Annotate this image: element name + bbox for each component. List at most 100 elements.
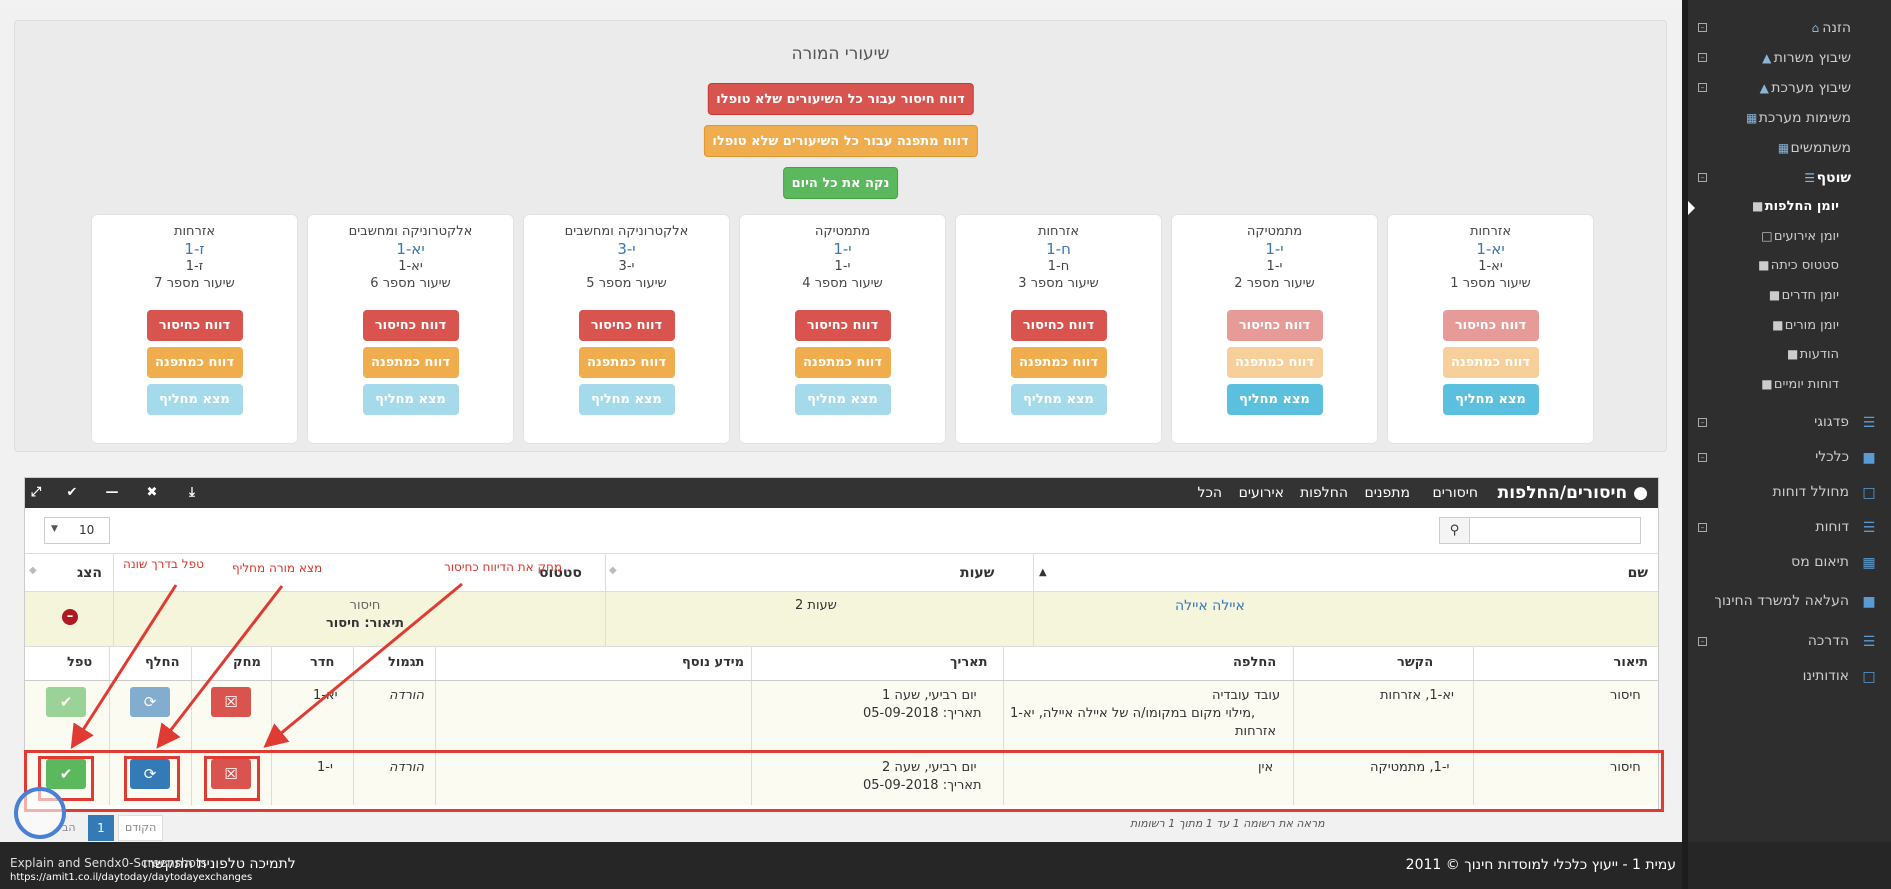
sidebar-item-tax[interactable]: תיאום מס — [1791, 554, 1849, 570]
col-extra-info: מידע נוסף — [682, 655, 745, 670]
check-icon[interactable]: ✔ — [63, 484, 81, 502]
list-icon: ☰ — [1862, 520, 1876, 536]
clean-day-button[interactable]: נקה את כל היום — [782, 167, 899, 199]
report-free-button[interactable]: דווח כמתפנה — [1010, 347, 1107, 378]
toggle-icon[interactable]: – — [1698, 83, 1707, 92]
sidebar-sub-events[interactable]: □יומן אירועים — [1755, 229, 1839, 244]
toggle-icon[interactable]: – — [1698, 418, 1707, 427]
col-name[interactable]: שם — [1628, 565, 1648, 581]
sidebar-item-users[interactable]: ▦משתמשים — [1772, 140, 1851, 156]
toggle-icon[interactable]: – — [1698, 523, 1707, 532]
lesson-card: אלקטרוניקה ומחשבים י-3 י-3 שיעור מספר 5 … — [523, 214, 730, 444]
messenger-icon[interactable] — [14, 787, 66, 839]
report-free-button[interactable]: דווח כמתפנה — [1442, 347, 1539, 378]
report-missing-all-button[interactable]: דווח חיסור עבור כל השיעורים שלא טופלו — [707, 83, 974, 115]
lesson-class-link[interactable]: י-3 — [524, 240, 729, 258]
lesson-card: אזרחות ח-1 ח-1 שיעור מספר 3 דווח כחיסור … — [955, 214, 1162, 444]
sidebar-item-reports[interactable]: דוחות — [1815, 519, 1849, 535]
find-substitute-button[interactable]: מצא מחליף — [146, 384, 243, 415]
lesson-class-link[interactable]: י-1 — [740, 240, 945, 258]
report-missing-button[interactable]: דווח כחיסור — [1442, 310, 1539, 341]
expand-icon[interactable]: ⤢ — [27, 484, 45, 502]
sidebar-item-report-generator[interactable]: מחולל דוחות — [1773, 484, 1849, 500]
toggle-icon[interactable]: – — [1698, 53, 1707, 62]
row-room: יא-1 — [313, 688, 338, 703]
sidebar-item-tasks[interactable]: ▦משימות מערכת — [1740, 110, 1851, 126]
sidebar-sub-rooms[interactable]: ■יומן חדרים — [1763, 288, 1839, 303]
tab-free[interactable]: מתפנים — [1365, 485, 1410, 501]
minus-icon[interactable]: — — [103, 484, 121, 502]
sidebar-sub-daily-reports[interactable]: ■דוחות יומיים — [1755, 377, 1839, 392]
col-handle: טפל — [67, 655, 93, 670]
sidebar-item-about[interactable]: אודותינו — [1803, 668, 1849, 684]
lesson-class-link[interactable]: י-1 — [1172, 240, 1377, 258]
sidebar-item-schedule[interactable]: ▲ שיבוץ מערכת — [1752, 80, 1851, 96]
sidebar-item-guidance[interactable]: הדרכה — [1808, 633, 1849, 649]
lesson-class-link[interactable]: ז-1 — [92, 240, 297, 258]
sidebar-item-ongoing[interactable]: ☰ שוטף — [1798, 170, 1851, 186]
sidebar-item-economy[interactable]: כלכלי — [1815, 449, 1849, 465]
report-missing-button[interactable]: דווח כחיסור — [362, 310, 459, 341]
tab-all[interactable]: הכל — [1197, 485, 1222, 501]
search-icon[interactable]: ⚲ — [1439, 517, 1470, 544]
sidebar-sub-replacements[interactable]: ■יומן החלפות — [1746, 199, 1839, 214]
swap-button[interactable]: ⟳ — [130, 687, 170, 717]
sidebar-item-pedagogy[interactable]: פדגוגי — [1814, 414, 1849, 430]
status-line: חיסור — [349, 598, 381, 613]
sidebar-sub-teachers[interactable]: ■יומן מורים — [1766, 318, 1839, 333]
tab-events[interactable]: אירועים — [1239, 485, 1284, 501]
table-icon: ▦ — [1746, 111, 1758, 125]
widget-title-text: חיסורים/החלפות — [1497, 483, 1628, 503]
report-missing-button[interactable]: דווח כחיסור — [578, 310, 675, 341]
delete-button[interactable]: ☒ — [211, 687, 251, 717]
report-free-button[interactable]: דווח כמתפנה — [362, 347, 459, 378]
tab-absences[interactable]: חיסורים — [1433, 485, 1479, 501]
lesson-class-link[interactable]: יא-1 — [1388, 240, 1593, 258]
find-substitute-button[interactable]: מצא מחליף — [578, 384, 675, 415]
lesson-class-link[interactable]: יא-1 — [308, 240, 513, 258]
report-free-button[interactable]: דווח כמתפנה — [794, 347, 891, 378]
report-missing-button[interactable]: דווח כחיסור — [146, 310, 243, 341]
sidebar-sub-messages[interactable]: ■הודעות — [1781, 347, 1839, 362]
report-free-button[interactable]: דווח כמתפנה — [1226, 347, 1323, 378]
top-strip — [0, 0, 1682, 10]
chevron-down-icon: ▼ — [51, 524, 58, 534]
find-substitute-button[interactable]: מצא מחליף — [1442, 384, 1539, 415]
report-missing-button[interactable]: דווח כחיסור — [1226, 310, 1323, 341]
pager-page-1[interactable]: 1 — [88, 815, 114, 841]
toggle-icon[interactable]: – — [1698, 173, 1707, 182]
sidebar-item-label: שוטף — [1816, 170, 1851, 186]
report-free-all-button[interactable]: דווח מתפנה עבור כל השיעורים שלא טופלו — [703, 125, 978, 157]
report-free-button[interactable]: דווח כמתפנה — [578, 347, 675, 378]
download-icon[interactable]: ⤓ — [183, 484, 201, 502]
pager-prev-button[interactable]: הקודם — [118, 815, 164, 841]
search-input[interactable] — [1469, 517, 1641, 544]
tab-replacements[interactable]: החלפות — [1300, 485, 1348, 501]
teacher-name-link[interactable]: איילה איילה — [1175, 597, 1245, 615]
lesson-number: שיעור מספר 7 — [154, 276, 235, 291]
find-substitute-button[interactable]: מצא מחליף — [1010, 384, 1107, 415]
toggle-icon[interactable]: – — [1698, 453, 1707, 462]
sidebar-item-jobs[interactable]: ▲ שיבוץ משרות — [1755, 50, 1851, 66]
find-substitute-button[interactable]: מצא מחליף — [362, 384, 459, 415]
sidebar-item-upload[interactable]: העלאה למשרד החינוך — [1714, 593, 1849, 609]
toggle-icon[interactable]: – — [1698, 23, 1707, 32]
report-free-button[interactable]: דווח כמתפנה — [146, 347, 243, 378]
collapse-row-icon[interactable]: – — [62, 609, 78, 625]
lesson-class-link[interactable]: ח-1 — [956, 240, 1161, 258]
find-substitute-button[interactable]: מצא מחליף — [1226, 384, 1323, 415]
report-missing-button[interactable]: דווח כחיסור — [1010, 310, 1107, 341]
toggle-icon[interactable]: – — [1698, 637, 1707, 646]
close-icon[interactable]: ✖ — [143, 484, 161, 502]
col-show[interactable]: הצג — [77, 565, 102, 581]
active-indicator — [1688, 201, 1695, 215]
find-substitute-button[interactable]: מצא מחליף — [794, 384, 891, 415]
col-date: תאריך — [950, 655, 988, 670]
highlight-swap-box — [124, 756, 180, 801]
handle-button[interactable]: ✔ — [46, 687, 86, 717]
sidebar-sub-class-status[interactable]: ■סטטוס כיתה — [1752, 258, 1839, 273]
col-hours[interactable]: שעות — [960, 565, 994, 581]
sidebar-item-feed[interactable]: ⌂ הזנה — [1803, 20, 1851, 36]
lesson-room: ח-1 — [1047, 259, 1070, 274]
report-missing-button[interactable]: דווח כחיסור — [794, 310, 891, 341]
